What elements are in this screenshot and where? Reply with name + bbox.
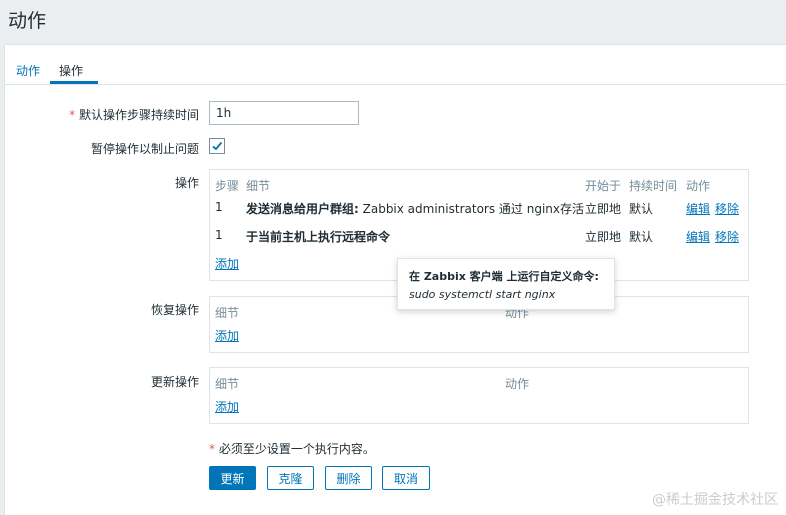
header-action: 动作 — [686, 179, 711, 193]
tooltip-command: sudo systemctl start nginx — [409, 288, 556, 301]
header-detail: 细节 — [246, 179, 271, 193]
note-text: 必须至少设置一个执行内容。 — [218, 442, 375, 456]
row2-duration: 默认 — [629, 230, 654, 244]
delete-button[interactable]: 删除 — [325, 466, 372, 490]
row2-start: 立即地 — [585, 230, 622, 244]
row2-edit-link[interactable]: 编辑 — [686, 228, 710, 245]
row1-detail-rest: Zabbix administrators 通过 nginx存活 — [358, 202, 584, 216]
update-ops-add-link[interactable]: 添加 — [215, 398, 239, 415]
duration-label-text: 默认操作步骤持续时间 — [78, 108, 199, 122]
row1-detail-bold: 发送消息给用户群组: — [246, 202, 359, 216]
recovery-header-detail: 细节 — [215, 306, 240, 320]
pause-checkbox[interactable] — [209, 138, 225, 154]
required-mark: * — [69, 108, 76, 122]
row2-remove-link[interactable]: 移除 — [715, 228, 739, 245]
header-start: 开始于 — [585, 179, 622, 193]
pause-label: 暂停操作以制止问题 — [90, 142, 199, 156]
page-title: 动作 — [8, 10, 47, 32]
row1-start: 立即地 — [585, 202, 622, 216]
row1-edit-link[interactable]: 编辑 — [686, 200, 710, 217]
tab-action[interactable]: 动作 — [16, 62, 40, 79]
row2-detail: 于当前主机上执行远程命令 — [246, 228, 390, 245]
tooltip-title: 在 Zabbix 客户端 上运行自定义命令: — [409, 270, 599, 283]
form-card: 动作 操作 * 默认操作步骤持续时间 暂停操作以制止问题 操作 步骤 细节 开始… — [4, 44, 786, 515]
row2-detail-bold: 于当前主机上执行远程命令 — [246, 230, 391, 244]
row1-step: 1 — [215, 200, 223, 214]
tab-bar: 动作 操作 — [5, 45, 786, 85]
operations-add-link[interactable]: 添加 — [215, 255, 239, 272]
row1-duration: 默认 — [629, 202, 654, 216]
active-tab-indicator — [50, 81, 98, 84]
recovery-add-link[interactable]: 添加 — [215, 327, 239, 344]
operations-label: 操作 — [174, 176, 199, 190]
watermark: @稀土掘金技术社区 — [652, 492, 778, 508]
duration-input[interactable] — [209, 101, 359, 125]
update-button[interactable]: 更新 — [209, 466, 256, 490]
checkmark-icon — [212, 141, 223, 151]
tab-operations[interactable]: 操作 — [59, 62, 83, 79]
row1-remove-link[interactable]: 移除 — [715, 200, 739, 217]
cancel-button[interactable]: 取消 — [382, 466, 430, 490]
row1-detail: 发送消息给用户群组: Zabbix administrators 通过 ngin… — [246, 200, 584, 217]
command-tooltip: 在 Zabbix 客户端 上运行自定义命令: sudo systemctl st… — [397, 258, 615, 310]
update-header-action: 动作 — [505, 377, 530, 391]
required-note: * 必须至少设置一个执行内容。 — [209, 440, 375, 457]
header-duration: 持续时间 — [629, 179, 678, 193]
update-ops-table: 细节 动作 添加 — [209, 367, 749, 424]
row2-step: 1 — [215, 228, 223, 242]
clone-button[interactable]: 克隆 — [267, 466, 314, 490]
header-step: 步骤 — [215, 179, 240, 193]
update-ops-label: 更新操作 — [150, 375, 199, 389]
recovery-label: 恢复操作 — [150, 303, 199, 317]
update-header-detail: 细节 — [215, 377, 240, 391]
duration-label: * 默认操作步骤持续时间 — [65, 106, 199, 123]
note-required-mark: * — [209, 442, 215, 456]
